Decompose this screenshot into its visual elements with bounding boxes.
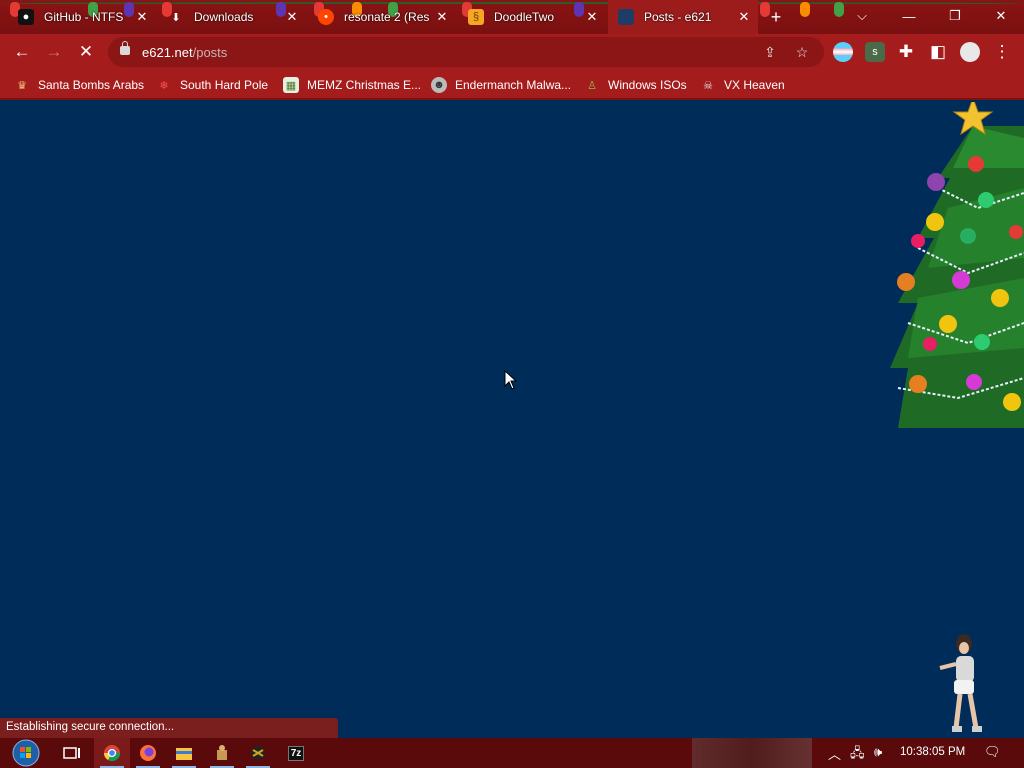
new-tab-button[interactable]: + (764, 6, 788, 28)
vx-heaven-icon: ☠ (703, 79, 713, 92)
7zip-icon: 7z (287, 745, 305, 761)
address-bar[interactable]: e621.net/posts ⇪ ☆ (108, 37, 824, 67)
christmas-tree-image (890, 102, 1024, 428)
taskbar: 7z ︿ 🖧 🕪 10:38:05 PM 🗨 (0, 738, 1024, 768)
taskbar-file-explorer[interactable] (166, 738, 202, 768)
url-text[interactable]: e621.net/posts (142, 45, 227, 60)
back-button[interactable]: ← (8, 38, 36, 66)
browser-toolbar: ← → ✕ e621.net/posts ⇪ ☆ s ✚ ◧ ⋮ (0, 34, 1024, 70)
bookmark-windows-isos[interactable]: ♙ Windows ISOs (584, 76, 687, 94)
tab-label: Posts - e621 (644, 10, 712, 24)
notifications-icon[interactable]: 🗨 (984, 744, 1001, 760)
extensions-puzzle-icon[interactable]: ✚ (892, 38, 920, 66)
endermanch-icon: ☻ (431, 77, 447, 93)
profile-avatar-icon[interactable] (960, 42, 980, 62)
download-icon: ⬇ (171, 11, 181, 24)
snowflake-icon: ❄ (159, 79, 169, 92)
tab-e621[interactable]: Posts - e621 ✕ (608, 0, 758, 34)
lock-icon[interactable] (120, 41, 130, 55)
taskbar-installer[interactable] (204, 738, 240, 768)
task-view-icon (63, 747, 80, 759)
url-host: e621.net (142, 45, 193, 60)
bookmark-label: Endermanch Malwa... (455, 78, 572, 92)
memz-icon: ▦ (283, 77, 299, 93)
taskbar-chrome[interactable] (94, 738, 130, 768)
taskbar-thumbnail-preview (692, 738, 812, 768)
side-panel-icon[interactable]: ◧ (924, 38, 952, 66)
show-hidden-icons-icon[interactable]: ︿ (828, 744, 841, 763)
tab-search-button[interactable]: ⌵ (840, 0, 884, 32)
bookmarks-bar: ♛ Santa Bombs Arabs ❄ South Hard Pole ▦ … (0, 70, 1024, 100)
tab-label: DoodleTwo (494, 10, 555, 24)
tab-strip: ● GitHub - NTFS ✕ ⬇ Downloads ✕ • resona… (0, 0, 1024, 34)
tab-downloads[interactable]: ⬇ Downloads ✕ (158, 0, 306, 34)
close-tab-icon[interactable]: ✕ (284, 9, 300, 25)
task-view-button[interactable] (54, 738, 90, 768)
installer-icon (217, 745, 227, 760)
dancing-figure-image (939, 634, 982, 732)
taskbar-firefox[interactable] (130, 738, 166, 768)
status-bubble: Establishing secure connection... (0, 718, 338, 738)
tab-label: GitHub - NTFS (44, 10, 124, 24)
page-content[interactable] (0, 102, 1024, 738)
menu-kebab-icon[interactable]: ⋮ (988, 38, 1016, 66)
forward-button[interactable]: → (40, 38, 68, 66)
windows-start-icon (12, 739, 40, 767)
e621-icon (618, 9, 634, 25)
bookmark-santa-bombs-arabs[interactable]: ♛ Santa Bombs Arabs (14, 76, 144, 94)
bookmark-label: South Hard Pole (180, 78, 269, 92)
tab-reddit[interactable]: • resonate 2 (Res ✕ (308, 0, 456, 34)
system-clock[interactable]: 10:38:05 PM (900, 746, 965, 758)
bookmark-endermanch-malware[interactable]: ☻ Endermanch Malwa... (431, 76, 571, 94)
restore-button[interactable]: ❐ (932, 0, 978, 32)
extension-flag-icon[interactable] (833, 42, 853, 62)
stop-loading-button[interactable]: ✕ (72, 38, 100, 66)
tab-label: resonate 2 (Res (344, 10, 430, 24)
share-icon[interactable]: ⇪ (760, 42, 780, 62)
christmas-light (800, 2, 810, 17)
bookmark-south-hard-pole[interactable]: ❄ South Hard Pole (156, 76, 268, 94)
chrome-icon (103, 745, 121, 762)
start-button[interactable] (6, 738, 46, 768)
windows-isos-icon: ♙ (587, 79, 597, 92)
close-tab-icon[interactable]: ✕ (134, 9, 150, 25)
doodle-icon: § (468, 9, 484, 25)
bookmark-star-icon[interactable]: ☆ (792, 42, 812, 62)
url-path: /posts (192, 45, 228, 60)
bookmark-label: VX Heaven (724, 78, 785, 92)
network-icon[interactable]: 🖧 (850, 744, 865, 766)
firefox-icon (140, 745, 156, 761)
bookmark-label: MEMZ Christmas E... (307, 78, 422, 92)
close-tab-icon[interactable]: ✕ (736, 9, 752, 25)
reddit-icon: • (318, 9, 334, 25)
taskbar-hacker-app[interactable] (240, 738, 276, 768)
close-tab-icon[interactable]: ✕ (584, 9, 600, 25)
bookmark-label: Santa Bombs Arabs (38, 78, 145, 92)
bookmark-memz-christmas[interactable]: ▦ MEMZ Christmas E... (283, 76, 421, 94)
close-tab-icon[interactable]: ✕ (434, 9, 450, 25)
minimize-button[interactable]: — (886, 0, 932, 32)
extension-s-icon[interactable]: s (865, 42, 885, 62)
tab-doodletwo[interactable]: § DoodleTwo ✕ (458, 0, 606, 34)
volume-icon[interactable]: 🕪 (874, 744, 882, 760)
tab-label: Downloads (194, 10, 254, 24)
bookmark-label: Windows ISOs (608, 78, 687, 92)
github-icon: ● (18, 9, 34, 25)
hacker-icon (251, 746, 265, 760)
santa-icon: ♛ (17, 79, 27, 92)
tab-github[interactable]: ● GitHub - NTFS ✕ (8, 0, 156, 34)
bookmark-vx-heaven[interactable]: ☠ VX Heaven (700, 76, 785, 94)
mouse-cursor-icon (504, 370, 518, 390)
file-explorer-icon (176, 748, 192, 760)
close-window-button[interactable]: ✕ (978, 0, 1024, 32)
taskbar-7zip[interactable]: 7z (278, 738, 314, 768)
